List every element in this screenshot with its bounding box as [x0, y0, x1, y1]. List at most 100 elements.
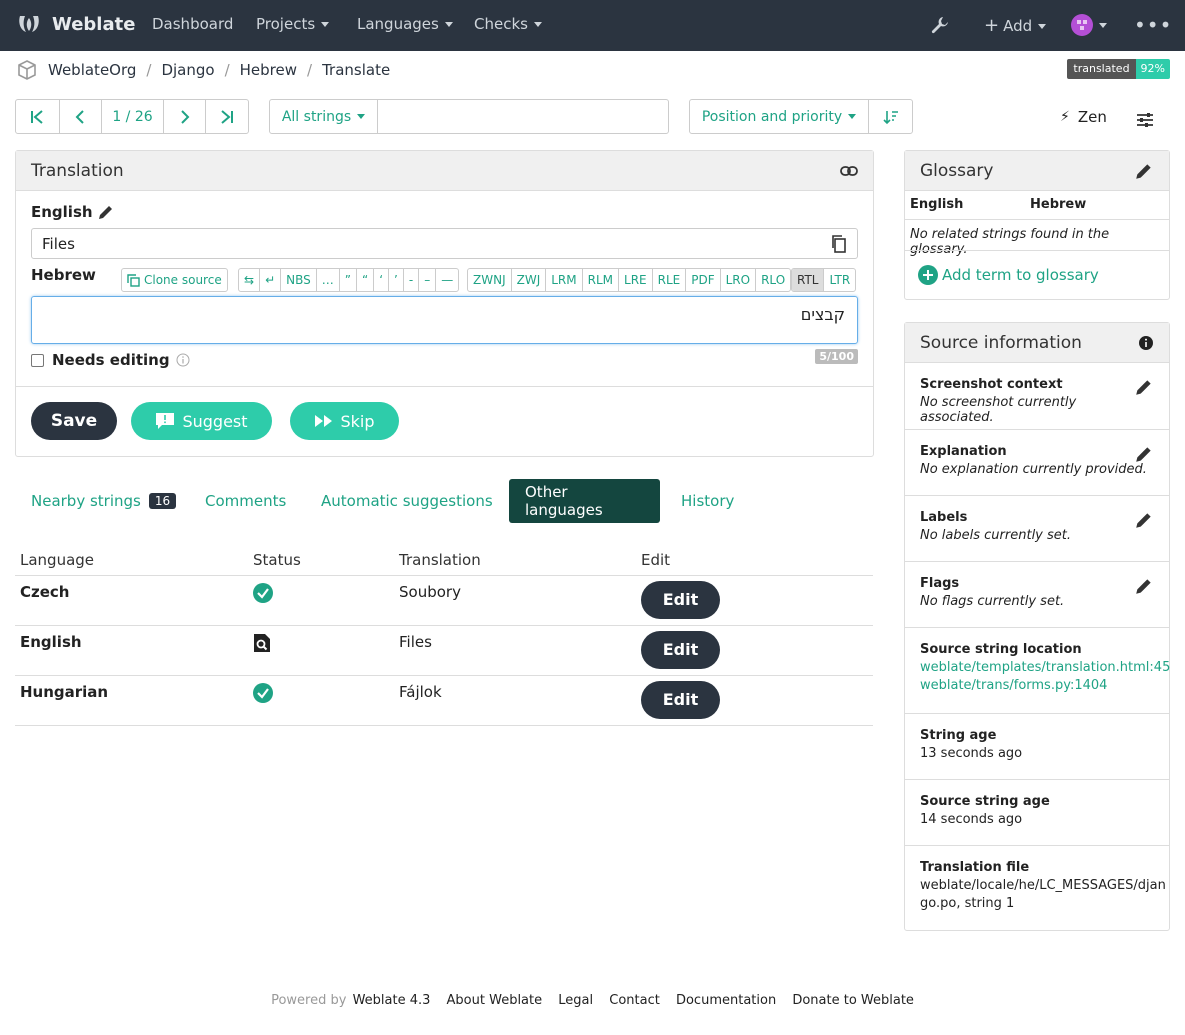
add-menu[interactable]: + Add [984, 15, 1047, 36]
char-button[interactable]: – [419, 269, 437, 291]
footer-link[interactable]: Legal [558, 993, 593, 1008]
tab-nearby-strings[interactable]: Nearby strings 16 [15, 479, 192, 523]
source-location-link[interactable]: weblate/templates/translation.html:45 [920, 660, 1170, 675]
clone-source-button[interactable]: Clone source [121, 268, 228, 292]
char-button[interactable]: … [317, 269, 340, 291]
source-string-age-value: 14 seconds ago [920, 812, 1023, 827]
search-input[interactable] [378, 100, 668, 133]
char-button[interactable]: “ [357, 269, 375, 291]
first-string-button[interactable] [16, 100, 60, 133]
char-button[interactable]: RLM [583, 269, 620, 291]
user-menu[interactable] [1071, 14, 1107, 36]
badge-label: translated [1067, 59, 1136, 79]
language-cell[interactable]: English [15, 625, 248, 676]
char-button[interactable]: PDF [686, 269, 721, 291]
footer-version-link[interactable]: Weblate 4.3 [353, 993, 431, 1008]
char-button[interactable]: LRO [721, 269, 757, 291]
glossary-empty-text: No related strings found in the glossary… [910, 227, 1110, 257]
tab-other-languages[interactable]: Other languages [509, 479, 660, 523]
breadcrumb-separator: / [224, 61, 230, 79]
sort-dropdown[interactable]: Position and priority [690, 100, 869, 133]
copy-icon[interactable] [831, 234, 847, 253]
char-button[interactable]: LRM [546, 269, 583, 291]
char-button[interactable]: ” [340, 269, 357, 291]
column-header: Translation [394, 545, 636, 576]
nav-projects[interactable]: Projects [256, 15, 330, 33]
column-header: Language [15, 545, 248, 576]
tab-nearby-label: Nearby strings [31, 492, 141, 510]
char-button[interactable]: — [436, 269, 458, 291]
divider [905, 219, 1169, 220]
wrench-icon[interactable] [930, 15, 950, 39]
language-cell[interactable]: Hungarian [15, 675, 248, 726]
edit-button[interactable]: Edit [641, 580, 720, 619]
char-button[interactable]: RLE [653, 269, 687, 291]
edit-button[interactable]: Edit [641, 630, 720, 669]
suggest-button[interactable]: Suggest [131, 402, 272, 440]
skip-button[interactable]: Skip [290, 402, 399, 440]
status-cell [248, 625, 394, 676]
translation-textarea[interactable]: קבצים [31, 296, 858, 344]
pencil-icon[interactable] [97, 203, 115, 221]
breadcrumb-project-group[interactable]: WeblateOrg [48, 61, 136, 79]
save-button[interactable]: Save [31, 402, 117, 440]
next-string-button[interactable] [164, 100, 207, 133]
char-button[interactable]: ’ [389, 269, 404, 291]
string-navigation: 1 / 26 [15, 99, 249, 134]
char-button[interactable]: ZWNJ [468, 269, 512, 291]
filter-dropdown[interactable]: All strings [270, 100, 378, 133]
footer-link[interactable]: Documentation [676, 993, 776, 1008]
zen-mode-button[interactable]: ⚡ Zen [1060, 108, 1107, 126]
translated-status-badge[interactable]: translated 92% [1067, 59, 1170, 79]
nav-languages[interactable]: Languages [357, 15, 453, 33]
nav-checks[interactable]: Checks [474, 15, 542, 33]
char-button[interactable]: - [404, 269, 420, 291]
footer-link[interactable]: Contact [609, 993, 660, 1008]
breadcrumb-language[interactable]: Hebrew [240, 61, 297, 79]
status-cell [248, 675, 394, 726]
settings-sliders-icon[interactable] [1136, 111, 1154, 133]
char-button[interactable]: ↵ [260, 269, 282, 291]
string-age-title: String age [920, 728, 997, 743]
clone-source[interactable]: Clone source [122, 269, 227, 291]
tab-comments[interactable]: Comments [189, 479, 302, 523]
tab-history[interactable]: History [665, 479, 750, 523]
breadcrumb-project[interactable]: Django [161, 61, 214, 79]
char-button[interactable]: NBS [281, 269, 317, 291]
pencil-icon[interactable] [1134, 510, 1154, 530]
previous-string-button[interactable] [60, 100, 103, 133]
screenshot-context-title: Screenshot context [920, 377, 1063, 392]
footer-link[interactable]: Donate to Weblate [792, 993, 914, 1008]
rtl-button[interactable]: RTL [792, 269, 825, 291]
char-button[interactable]: RLO [756, 269, 790, 291]
more-options-icon[interactable]: ••• [1134, 13, 1172, 37]
tab-automatic-suggestions[interactable]: Automatic suggestions [305, 479, 509, 523]
pencil-icon[interactable] [1134, 161, 1154, 181]
glossary-panel: Glossary English Hebrew No related strin… [904, 150, 1170, 300]
char-button[interactable]: ‘ [374, 269, 390, 291]
edit-button[interactable]: Edit [641, 680, 720, 719]
needs-editing-checkbox[interactable] [31, 353, 44, 367]
char-button[interactable]: ⇆ [239, 269, 261, 291]
pencil-icon[interactable] [1134, 576, 1154, 596]
source-location-link[interactable]: weblate/trans/forms.py:1404 [920, 678, 1154, 693]
link-icon[interactable] [840, 165, 858, 177]
divider [16, 386, 873, 387]
nav-dashboard[interactable]: Dashboard [152, 15, 233, 33]
comment-icon [156, 413, 175, 429]
sort-direction-button[interactable] [869, 100, 912, 133]
brand-link[interactable]: Weblate [16, 12, 135, 36]
chevron-down-icon [1099, 22, 1107, 28]
ltr-button[interactable]: LTR [824, 269, 855, 291]
char-button[interactable]: ZWJ [512, 269, 547, 291]
add-term-button[interactable]: Add term to glossary [918, 265, 1099, 285]
info-icon[interactable] [1138, 335, 1154, 351]
pencil-icon[interactable] [1134, 444, 1154, 464]
char-button[interactable]: LRE [619, 269, 653, 291]
footer-link[interactable]: About Weblate [447, 993, 543, 1008]
first-icon [31, 109, 43, 124]
last-string-button[interactable] [206, 100, 248, 133]
language-cell[interactable]: Czech [15, 575, 248, 626]
source-location-title: Source string location [920, 642, 1082, 657]
pencil-icon[interactable] [1134, 377, 1154, 397]
